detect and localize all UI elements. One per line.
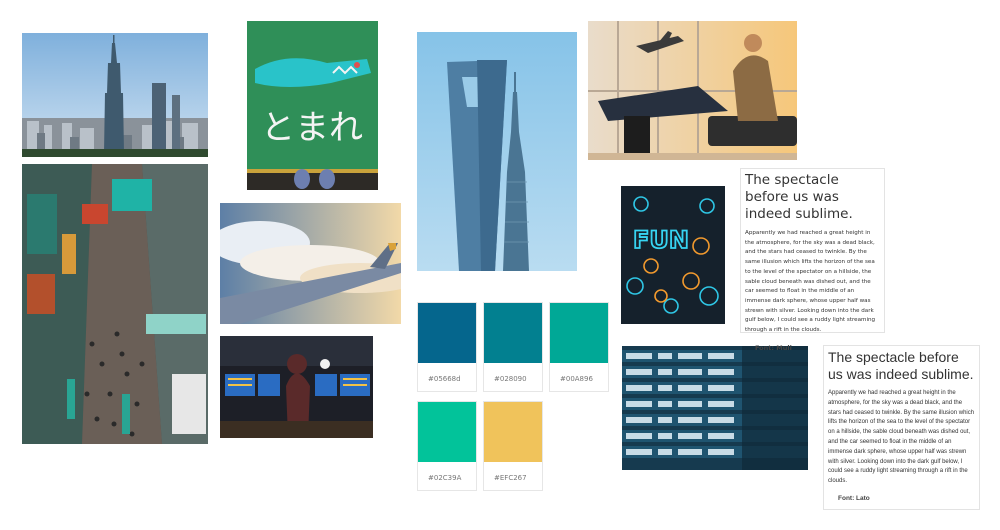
sample-body: Apparently we had reached a great height… bbox=[745, 230, 876, 334]
type-sample-muli: The spectacle before us was indeed subli… bbox=[740, 168, 885, 352]
swatch-chip bbox=[484, 303, 542, 363]
swatch-chip bbox=[484, 402, 542, 462]
sample-heading: The spectacle before us was indeed subli… bbox=[745, 172, 853, 222]
swatch-code: #EFC267 bbox=[494, 474, 527, 482]
swatch-05668d: #05668d bbox=[417, 302, 477, 392]
departure-board-photo bbox=[220, 336, 373, 438]
swatch-code: #02C39A bbox=[428, 474, 462, 482]
swatch-code: #028090 bbox=[494, 375, 527, 383]
swatch-code: #00A896 bbox=[560, 375, 593, 383]
airport-traveler-photo bbox=[588, 21, 797, 160]
airplane-wing-photo bbox=[220, 203, 401, 324]
sample-body: Apparently we had reached a great height… bbox=[828, 390, 975, 485]
swatch-02c39a: #02C39A bbox=[417, 401, 477, 491]
swatch-chip bbox=[418, 303, 476, 363]
skyscrapers-photo bbox=[417, 32, 577, 271]
sample-heading: The spectacle before us was indeed subli… bbox=[828, 349, 974, 382]
skyline-photo bbox=[22, 33, 208, 157]
swatch-chip bbox=[418, 402, 476, 462]
type-sample-lato: The spectacle before us was indeed subli… bbox=[823, 345, 980, 510]
swatch-00a896: #00A896 bbox=[549, 302, 609, 392]
flight-board-photo bbox=[622, 346, 808, 470]
swatch-efc267: #EFC267 bbox=[483, 401, 543, 491]
font-label: Font: Lato bbox=[838, 494, 870, 502]
street-market-photo bbox=[22, 164, 208, 444]
sign-text: とまれ bbox=[261, 108, 363, 148]
swatch-code: #05668d bbox=[428, 375, 461, 383]
swatch-chip bbox=[550, 303, 608, 363]
swatch-028090: #028090 bbox=[483, 302, 543, 392]
stop-sign-road-photo: とまれ bbox=[247, 21, 378, 190]
neon-text: FUN bbox=[633, 226, 689, 254]
neon-sign-photo: FUN bbox=[621, 186, 725, 324]
